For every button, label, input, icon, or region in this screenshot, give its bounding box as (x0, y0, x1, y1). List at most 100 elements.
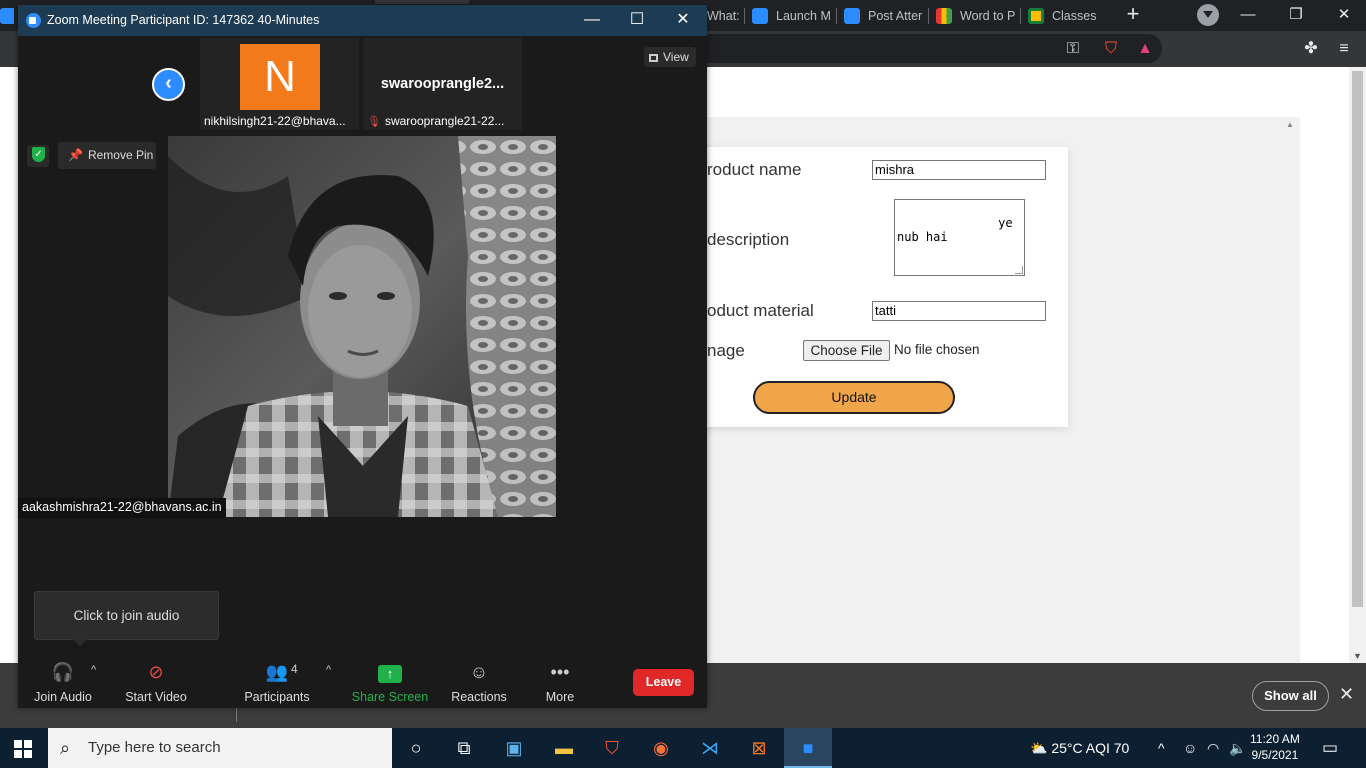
share-screen-button[interactable]: ↑ Share Screen (345, 660, 435, 704)
pin-icon: 📌 (68, 148, 83, 162)
address-bar[interactable] (640, 34, 1162, 63)
show-all-button[interactable]: Show all (1252, 681, 1329, 711)
weather-text: 25°C AQI 70 (1051, 740, 1130, 756)
tab-word-to-pdf[interactable]: Word to P (936, 4, 1018, 28)
no-file-chosen-text: No file chosen (894, 342, 980, 357)
cortana-icon[interactable]: ○ (392, 728, 440, 768)
windows-taskbar: ⌕ Type here to search ○ ⧉ ▣ ▬ ⛉ ◉ ⋊ ⊠ ■ … (0, 728, 1366, 768)
page-scrollbar[interactable]: ▼ (1349, 67, 1366, 663)
security-shield-icon[interactable] (27, 145, 49, 167)
product-name-input[interactable]: mishra (872, 160, 1046, 180)
action-center-icon[interactable]: ▭ (1322, 738, 1338, 758)
tab-separator (1020, 8, 1021, 24)
participant-name: nikhilsingh21-22@bhava... (204, 114, 346, 128)
weather-widget[interactable]: ⛅ 25°C AQI 70 (1030, 728, 1129, 768)
tab-label: Classes (1052, 9, 1097, 23)
xampp-icon[interactable]: ⊠ (735, 728, 783, 768)
product-material-input[interactable]: tatti (872, 301, 1046, 321)
reactions-button[interactable]: ☺ Reactions (434, 660, 524, 704)
close-icon[interactable]: ✕ (1339, 684, 1354, 705)
search-placeholder: Type here to search (88, 739, 221, 756)
minimize-icon[interactable]: — (578, 10, 606, 30)
maximize-icon[interactable]: ☐ (623, 10, 651, 30)
windows-start-icon[interactable] (14, 740, 32, 758)
clock-time: 11:20 AM (1250, 732, 1300, 746)
product-name-label: roduct name (707, 160, 802, 179)
file-explorer-icon[interactable]: ▬ (540, 728, 588, 768)
taskbar-search-box[interactable]: ⌕ Type here to search (48, 728, 392, 768)
grid-view-icon (649, 54, 658, 62)
tab-partial-left[interactable] (0, 4, 14, 28)
participants-button[interactable]: 👥 Participants (232, 660, 322, 704)
more-label: More (545, 690, 575, 704)
control-panel-icon[interactable]: ▣ (490, 728, 538, 768)
tab-label: Word to P (960, 9, 1016, 23)
search-icon: ⌕ (60, 738, 71, 758)
notification-divider (236, 708, 237, 722)
tab-whatsapp[interactable]: What: (707, 4, 743, 28)
leave-meeting-button[interactable]: Leave (633, 669, 694, 696)
browser-close-icon[interactable]: ✕ (1329, 4, 1359, 26)
weather-cloud-icon: ⛅ (1030, 740, 1048, 756)
scrollbar-thumb[interactable] (1352, 71, 1363, 607)
more-button[interactable]: ••• More (515, 660, 605, 704)
share-screen-label: Share Screen (351, 690, 429, 704)
tab-launch-meeting[interactable]: Launch M (752, 4, 834, 28)
key-icon[interactable]: ⚿ (1063, 39, 1083, 59)
participant-name: swarooprangle21-22... (384, 114, 505, 128)
google-classroom-icon (1028, 8, 1044, 24)
ilovepdf-icon (936, 8, 952, 24)
description-textarea[interactable]: ye nub hai (894, 199, 1025, 276)
brave-rewards-icon[interactable]: ▲ (1135, 39, 1155, 59)
tab-separator (744, 8, 745, 24)
audio-options-chevron-icon[interactable]: ^ (91, 664, 96, 676)
choose-file-button[interactable]: Choose File (803, 340, 890, 361)
zoom-icon (0, 8, 14, 24)
people-icon[interactable]: ☺ (1183, 728, 1197, 768)
resize-grip-icon[interactable] (1015, 266, 1023, 274)
description-text: ye nub hai (897, 216, 1013, 244)
scroll-down-icon[interactable]: ▼ (1353, 651, 1362, 661)
participants-icon: 👥 (265, 662, 289, 682)
tab-post-attendee[interactable]: Post Atter (844, 4, 926, 28)
system-clock[interactable]: 11:20 AM 9/5/2021 (1250, 731, 1300, 763)
tab-label: What: (707, 9, 740, 23)
close-icon[interactable]: ✕ (669, 10, 697, 30)
extensions-icon[interactable]: ✤ (1301, 39, 1321, 59)
tab-separator (928, 8, 929, 24)
clock-date: 9/5/2021 (1251, 748, 1299, 762)
wifi-icon[interactable]: ◠ (1207, 728, 1219, 768)
new-tab-button[interactable]: + (1121, 3, 1145, 26)
product-material-label: oduct material (707, 301, 814, 320)
view-button[interactable]: View (644, 47, 696, 67)
start-video-button[interactable]: ⊘ Start Video (111, 660, 201, 704)
participant-thumbnail[interactable]: swarooprangle2... 🎙 swarooprangle21-22... (363, 38, 522, 130)
browser-restore-icon[interactable]: ❐ (1281, 4, 1311, 26)
zoom-meeting-window: Zoom Meeting Participant ID: 147362 40-M… (18, 5, 707, 708)
tab-classes[interactable]: Classes (1028, 4, 1110, 28)
zoom-icon (844, 8, 860, 24)
inner-scroll-up-icon[interactable]: ▲ (1286, 120, 1296, 130)
browser-minimize-icon[interactable]: — (1233, 4, 1263, 26)
task-view-icon[interactable]: ⧉ (440, 728, 488, 768)
tray-overflow-chevron-icon[interactable]: ^ (1158, 728, 1165, 768)
menu-icon[interactable]: ≡ (1334, 39, 1354, 59)
zoom-window-title: Zoom Meeting Participant ID: 147362 40-M… (47, 13, 320, 27)
participant-thumbnail[interactable]: N nikhilsingh21-22@bhava... (200, 38, 359, 130)
view-label: View (663, 50, 689, 64)
update-button[interactable]: Update (753, 381, 955, 414)
brave-browser-icon[interactable]: ⛉ (588, 728, 636, 768)
remove-pin-button[interactable]: 📌 Remove Pin (58, 142, 156, 169)
brave-shield-icon[interactable]: ⛉ (1101, 39, 1121, 59)
back-arrow-icon[interactable]: ‹ (152, 68, 185, 101)
profile-menu-icon[interactable] (1197, 4, 1219, 26)
participants-chevron-icon[interactable]: ^ (326, 664, 331, 676)
firefox-icon[interactable]: ◉ (637, 728, 685, 768)
video-off-icon: ⊘ (148, 662, 164, 682)
volume-icon[interactable]: 🔈 (1229, 728, 1246, 768)
zoom-icon (752, 8, 768, 24)
zoom-taskbar-icon[interactable]: ■ (784, 728, 832, 768)
description-label: description (707, 230, 790, 249)
tab-label: Post Atter (868, 9, 923, 23)
vscode-icon[interactable]: ⋊ (686, 728, 734, 768)
